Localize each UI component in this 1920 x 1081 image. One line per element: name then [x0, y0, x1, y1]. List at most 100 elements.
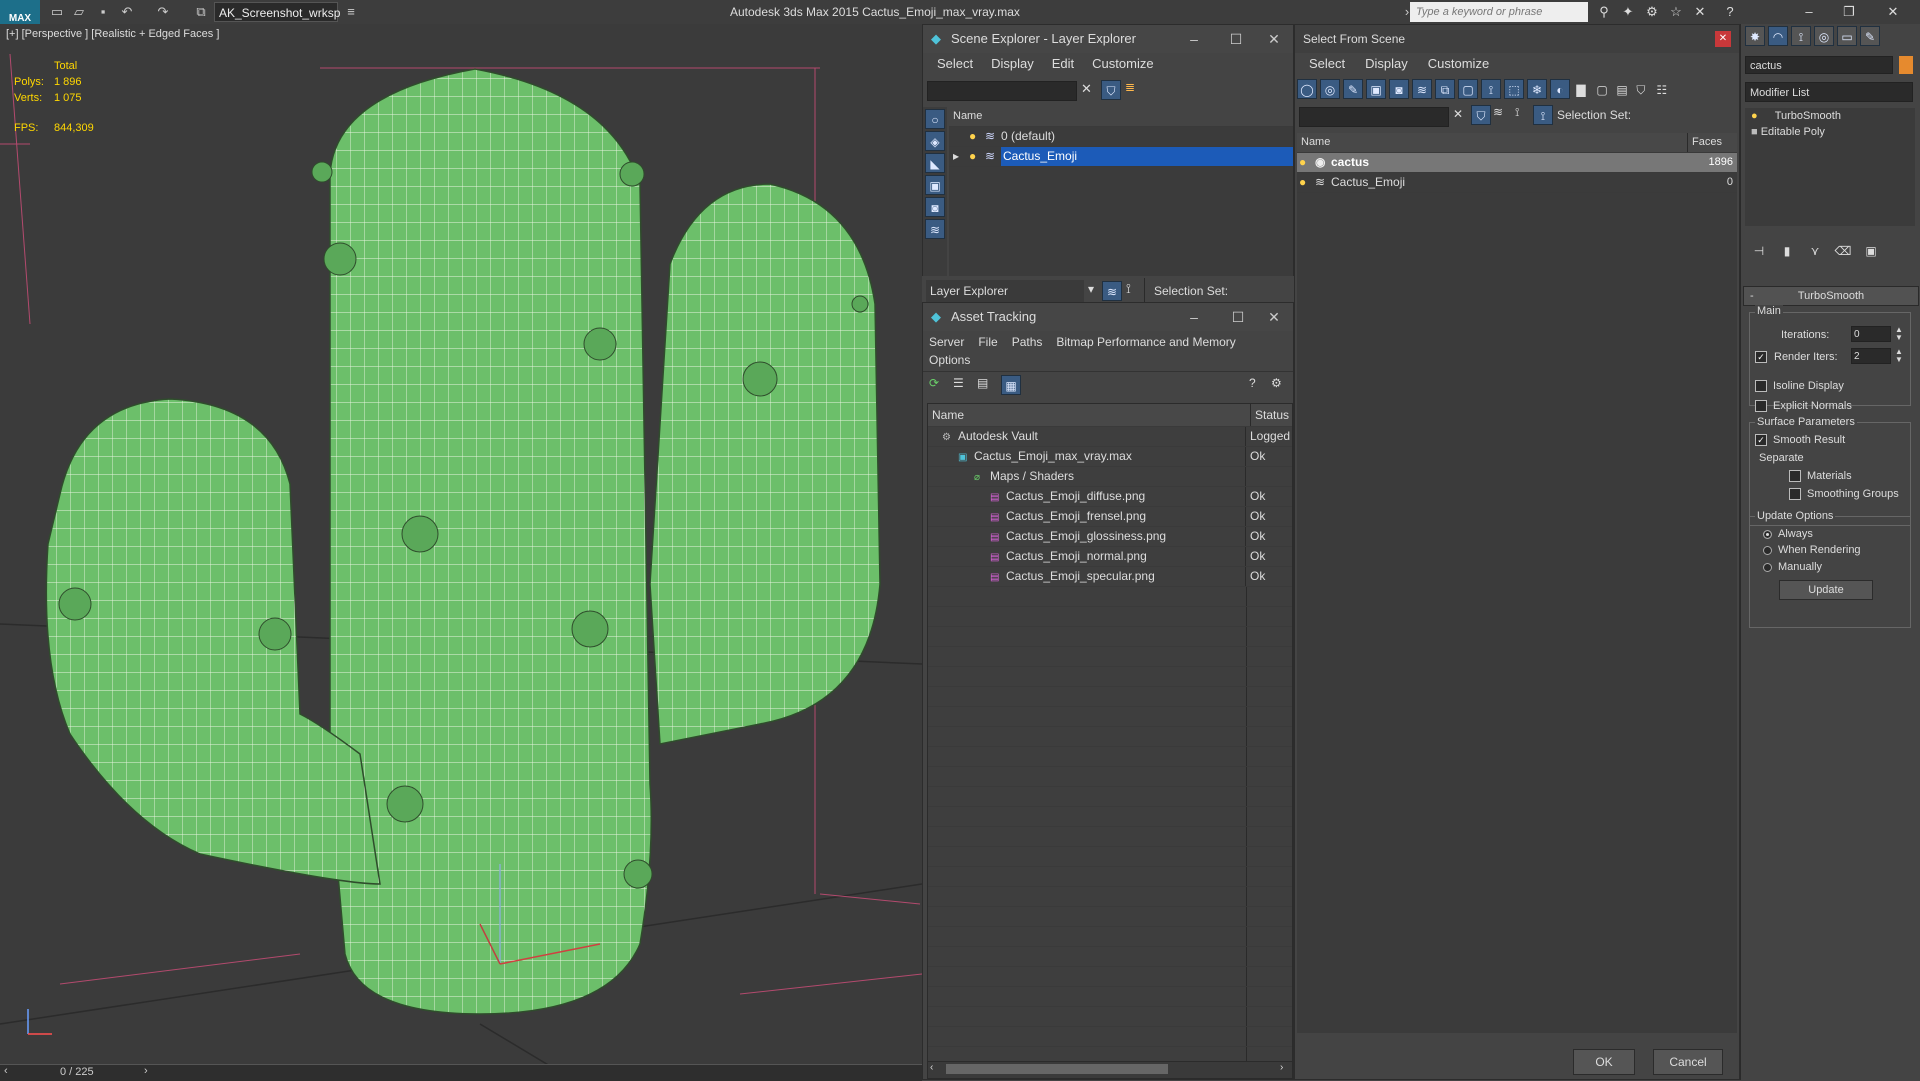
display-none-icon[interactable]: ▢ [1596, 83, 1616, 97]
rollout-collapse-icon[interactable]: - [1750, 287, 1754, 305]
object-name-input[interactable]: cactus [1745, 56, 1893, 74]
list-view-icon[interactable]: ☰ [953, 376, 964, 390]
object-row-selected[interactable]: ● ◉ cactus 1896 [1297, 153, 1737, 173]
menu-display[interactable]: Display [1365, 53, 1408, 75]
favorites-star-icon[interactable]: ☆ [1666, 3, 1686, 21]
light-bulb-icon[interactable]: ● [969, 147, 985, 166]
filter-xrefs-icon[interactable]: ▢ [1458, 79, 1478, 99]
remove-modifier-icon[interactable]: ⌫ [1829, 244, 1857, 258]
close-icon[interactable]: ✕ [1259, 25, 1289, 53]
scroll-left-icon[interactable]: ‹ [930, 1062, 933, 1073]
menu-select[interactable]: Select [1309, 53, 1345, 75]
minimize-icon[interactable]: – [1179, 303, 1209, 331]
always-radio[interactable]: Always [1763, 528, 1813, 540]
menu-options[interactable]: Options [923, 353, 1293, 371]
display-helpers-icon[interactable]: ≋ [925, 219, 945, 239]
layer-explorer-icon[interactable]: ≋ [1102, 281, 1122, 301]
maximize-icon[interactable]: ☐ [1223, 303, 1253, 331]
filter-frozen-icon[interactable]: ❄ [1527, 79, 1547, 99]
time-prev-icon[interactable]: ‹ [4, 1065, 8, 1077]
asset-row[interactable]: ▤ Cactus_Emoji_specular.png Ok [928, 567, 1292, 587]
thumbnail-view-icon[interactable]: ▤ [977, 376, 988, 390]
isoline-display-checkbox[interactable]: Isoline Display [1755, 380, 1844, 393]
render-iters-spinner[interactable]: 2 [1851, 348, 1891, 364]
menu-display[interactable]: Display [991, 53, 1034, 75]
layer-row-selected[interactable]: ▸ ● ≋ Cactus_Emoji [949, 147, 1293, 167]
display-geometry-icon[interactable]: ◈ [925, 131, 945, 151]
col-name-header[interactable]: Name [1297, 133, 1688, 152]
display-shapes-icon[interactable]: ◣ [925, 153, 945, 173]
time-next-icon[interactable]: › [144, 1065, 148, 1077]
expand-arrow-icon[interactable]: ▸ [953, 147, 969, 166]
filter-shapes-icon[interactable]: ◎ [1320, 79, 1340, 99]
workspace-menu-icon[interactable]: ≡ [342, 3, 360, 21]
restore-window-icon[interactable]: ❐ [1834, 3, 1864, 21]
refresh-icon[interactable]: ⟳ [929, 376, 939, 390]
menu-server[interactable]: Server [929, 331, 964, 353]
filter-cameras-icon[interactable]: ▣ [1366, 79, 1386, 99]
hierarchy-icon[interactable]: ⟟ [1126, 281, 1131, 297]
modify-tab-icon[interactable]: ◠ [1768, 26, 1788, 46]
help-icon[interactable]: ? [1249, 376, 1256, 390]
explicit-normals-checkbox[interactable]: Explicit Normals [1755, 400, 1852, 413]
display-lights-icon[interactable]: ▣ [925, 175, 945, 195]
binoculars-icon[interactable]: ⚲ [1594, 3, 1614, 21]
layer-row[interactable]: ● ≋ 0 (default) [949, 127, 1293, 147]
asset-row[interactable]: ⌀ Maps / Shaders [928, 467, 1292, 487]
clear-search-icon[interactable]: ✕ [1453, 107, 1463, 121]
asset-horizontal-scrollbar[interactable]: ‹ › [927, 1061, 1293, 1079]
scroll-thumb[interactable] [946, 1064, 1168, 1074]
table-view-icon[interactable]: ▦ [1001, 375, 1021, 395]
asset-row[interactable]: ▤ Cactus_Emoji_glossiness.png Ok [928, 527, 1292, 547]
menu-edit[interactable]: Edit [1052, 53, 1074, 75]
menu-bitmap-performance[interactable]: Bitmap Performance and Memory [1056, 331, 1235, 353]
time-slider[interactable]: ‹ 0 / 225 › [0, 1064, 922, 1081]
pin-stack-icon[interactable]: ⊣ [1745, 244, 1773, 258]
help-icon[interactable]: ? [1720, 3, 1740, 21]
light-bulb-icon[interactable]: ● [1297, 173, 1315, 192]
scroll-right-icon[interactable]: › [1280, 1062, 1283, 1073]
display-cameras-icon[interactable]: ◙ [925, 197, 945, 217]
selection-set-icon[interactable]: ⟟ [1533, 105, 1553, 125]
modifier-stack-item[interactable]: ■ Editable Poly [1745, 124, 1915, 140]
light-bulb-icon[interactable]: ● [1297, 153, 1315, 172]
menu-select[interactable]: Select [937, 53, 973, 75]
ok-button[interactable]: OK [1573, 1049, 1635, 1075]
open-file-icon[interactable]: ▱ [70, 3, 88, 21]
light-bulb-icon[interactable]: ● [969, 127, 985, 146]
modifier-list-dropdown[interactable]: Modifier List [1745, 82, 1913, 102]
dropdown-arrow-icon[interactable]: ▾ [1088, 282, 1094, 296]
smooth-result-checkbox[interactable]: ✓ Smooth Result [1755, 434, 1845, 447]
update-button[interactable]: Update [1779, 580, 1873, 600]
iterations-spinner-arrows-icon[interactable]: ▲ ▼ [1895, 326, 1903, 342]
menu-paths[interactable]: Paths [1012, 331, 1043, 353]
tools-icon[interactable]: ✦ [1618, 3, 1638, 21]
close-window-icon[interactable]: ✕ [1878, 3, 1908, 21]
modifier-on-icon[interactable]: ● [1751, 110, 1758, 122]
menu-file[interactable]: File [978, 331, 997, 353]
undo-icon[interactable]: ↶ [118, 3, 136, 21]
filter-geometry-icon[interactable]: ◯ [1297, 79, 1317, 99]
col-status-header[interactable]: Status [1251, 404, 1289, 426]
display-tab-icon[interactable]: ▭ [1837, 26, 1857, 46]
layer-sort-icon[interactable]: ≋ [1493, 105, 1503, 119]
hierarchy-tab-icon[interactable]: ⟟ [1791, 26, 1811, 46]
sort-icon[interactable]: ☷ [1656, 83, 1676, 97]
close-icon[interactable]: ✕ [1715, 31, 1731, 47]
render-iters-checkbox[interactable]: ✓ [1755, 351, 1773, 364]
save-file-icon[interactable]: ▪ [94, 3, 112, 21]
exchange-icon[interactable]: ✕ [1690, 3, 1710, 21]
object-row[interactable]: ● ≋ Cactus_Emoji 0 [1297, 173, 1737, 193]
filter-toggle-icon[interactable]: ⛉ [1471, 105, 1491, 125]
viewport-label[interactable]: [+] [Perspective ] [Realistic + Edged Fa… [6, 28, 219, 40]
minimize-window-icon[interactable]: – [1794, 3, 1824, 21]
subscription-icon[interactable]: ⚙ [1642, 3, 1662, 21]
render-iters-spinner-arrows-icon[interactable]: ▲ ▼ [1895, 348, 1903, 364]
make-unique-icon[interactable]: ⋎ [1801, 244, 1829, 258]
filter-groups-icon[interactable]: ⧉ [1435, 79, 1455, 99]
app-logo-icon[interactable]: MAX [0, 0, 40, 24]
invert-display-icon[interactable]: ▤ [1616, 83, 1636, 97]
turbosmooth-rollout-header[interactable]: - TurboSmooth [1743, 286, 1919, 306]
manually-radio[interactable]: Manually [1763, 561, 1822, 573]
asset-row[interactable]: ▤ Cactus_Emoji_frensel.png Ok [928, 507, 1292, 527]
